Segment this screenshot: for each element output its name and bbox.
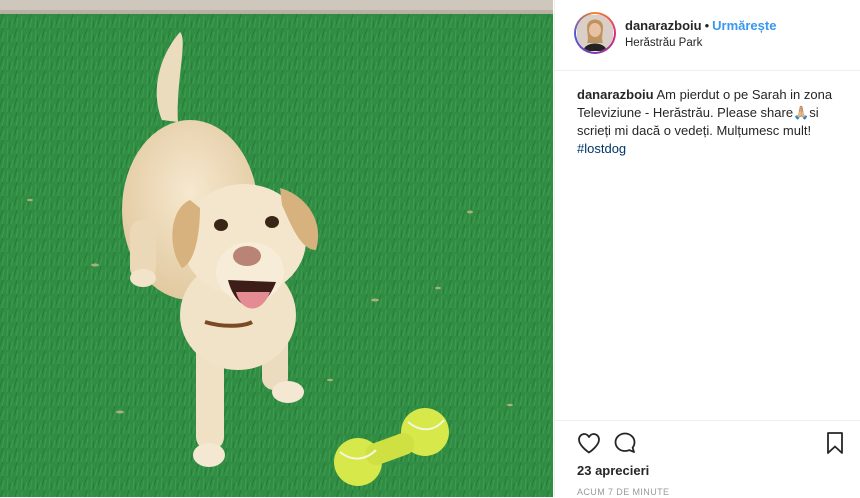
- dog-photo-illustration: [0, 0, 553, 497]
- separator-dot: •: [704, 18, 710, 33]
- hashtag-link[interactable]: #lostdog: [577, 141, 626, 156]
- post-photo[interactable]: [0, 0, 553, 497]
- header-username[interactable]: danarazboiu: [625, 18, 702, 33]
- avatar-image: [576, 14, 614, 52]
- post-timestamp[interactable]: ACUM 7 DE MINUTE: [577, 487, 669, 497]
- post-header: danarazboiu • Urmărește Herăstrău Park: [555, 0, 860, 71]
- follow-button[interactable]: Urmărește: [712, 18, 776, 33]
- post-actions: 23 aprecieri ACUM 7 DE MINUTE: [555, 420, 860, 498]
- avatar[interactable]: [574, 12, 616, 54]
- location-link[interactable]: Herăstrău Park: [625, 37, 702, 49]
- header-user-line: danarazboiu • Urmărește: [625, 18, 776, 33]
- post-side-panel: danarazboiu • Urmărește Herăstrău Park dan…: [554, 0, 860, 497]
- comment-bubble-icon[interactable]: [613, 431, 637, 460]
- profile-picture-icon: [577, 15, 613, 51]
- heart-icon[interactable]: [577, 432, 601, 459]
- bookmark-icon[interactable]: [825, 431, 845, 460]
- caption-username[interactable]: danarazboiu: [577, 87, 654, 102]
- praying-hands-emoji-icon: 🙏🏼: [793, 105, 810, 120]
- post-caption: danarazboiu Am pierdut o pe Sarah in zon…: [577, 86, 847, 158]
- likes-count[interactable]: 23 aprecieri: [577, 463, 649, 478]
